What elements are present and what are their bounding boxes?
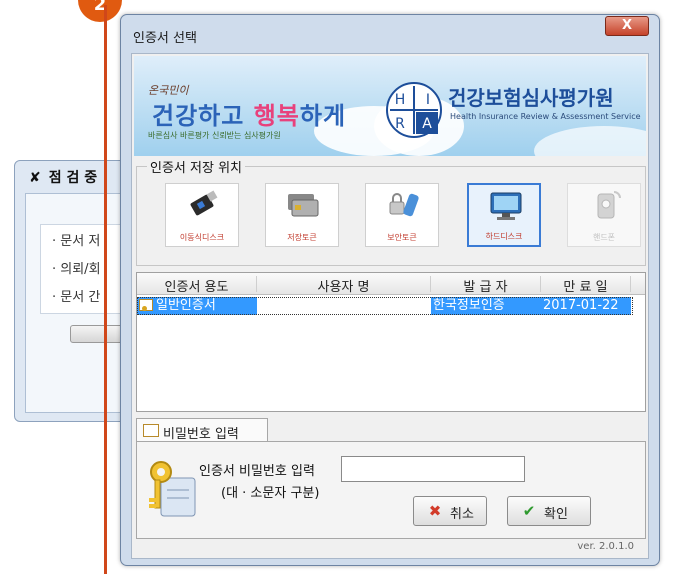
- dialog-title: 인증서 선택: [133, 31, 197, 46]
- background-window-title: ✘ 점 검 중: [29, 170, 98, 186]
- storage-phone-button[interactable]: 핸드폰: [567, 183, 641, 247]
- key-icon: [149, 461, 196, 517]
- column-purpose[interactable]: 인증서 용도: [137, 276, 257, 295]
- organization-name: 건강보험심사평가원: [448, 86, 614, 110]
- tab-password[interactable]: 비밀번호 입력: [136, 418, 268, 442]
- banner-tagline: 바른심사 바른평가 신뢰받는 심사평가원: [148, 131, 281, 140]
- banner: 온국민이 건강하고 행복하게 바른심사 바른평가 신뢰받는 심사평가원 H I …: [134, 56, 646, 156]
- svg-text:A: A: [422, 116, 432, 132]
- row-focus-outline: [137, 297, 633, 315]
- svg-text:H: H: [395, 92, 406, 108]
- storage-harddisk-button[interactable]: 하드디스크: [467, 183, 541, 247]
- security-token-icon: [389, 193, 419, 217]
- tools-icon: ✘: [29, 170, 41, 186]
- password-input[interactable]: [341, 456, 525, 482]
- storage-token-label: 저장토큰: [287, 233, 317, 242]
- ok-button[interactable]: ✔ 확인: [507, 496, 591, 526]
- password-tab-icon: [143, 424, 159, 437]
- svg-text:R: R: [395, 116, 405, 132]
- column-user[interactable]: 사용자 명: [257, 276, 431, 295]
- column-expiry[interactable]: 만 료 일: [541, 276, 631, 295]
- storage-security-token-label: 보안토큰: [387, 233, 417, 242]
- list-header: 인증서 용도 사용자 명 발 급 자 만 료 일: [137, 273, 645, 295]
- svg-text:I: I: [426, 92, 430, 108]
- password-hint: (대 · 소문자 구분): [221, 486, 320, 501]
- banner-slogan: 건강하고 행복하게: [152, 102, 347, 130]
- storage-usb-button[interactable]: 이동식디스크: [165, 183, 239, 247]
- tab-password-label: 비밀번호 입력: [163, 427, 239, 442]
- version-label: ver. 2.0.1.0: [577, 541, 634, 552]
- background-item: · 의뢰/회: [52, 262, 101, 277]
- storage-token-button[interactable]: 저장토큰: [265, 183, 339, 247]
- close-button[interactable]: X: [605, 16, 649, 36]
- usb-drive-icon: [190, 190, 218, 216]
- certificate-dialog: 인증서 선택 X 온국민이 건강하고 행복하게 바른심사 바른평가 신뢰받는 심…: [120, 14, 660, 566]
- hira-logo-icon: H I R A: [386, 82, 442, 138]
- password-field-label: 인증서 비밀번호 입력: [199, 464, 315, 479]
- checkmark-icon: ✔: [522, 502, 536, 520]
- organization-name-en: Health Insurance Review & Assessment Ser…: [450, 112, 641, 121]
- storage-usb-label: 이동식디스크: [179, 233, 225, 242]
- storage-security-token-button[interactable]: 보안토큰: [365, 183, 439, 247]
- dialog-body: 온국민이 건강하고 행복하게 바른심사 바른평가 신뢰받는 심사평가원 H I …: [131, 53, 649, 559]
- storage-location-label: 인증서 저장 위치: [147, 157, 245, 176]
- card-token-icon: [288, 194, 319, 217]
- storage-harddisk-label: 하드디스크: [485, 232, 523, 241]
- background-item: · 문서 간: [52, 290, 101, 305]
- storage-phone-label: 핸드폰: [592, 233, 616, 242]
- close-icon: X: [621, 18, 633, 33]
- step-badge: 2: [78, 0, 122, 22]
- monitor-icon: [490, 192, 522, 220]
- certificate-list: 인증서 용도 사용자 명 발 급 자 만 료 일 일반인증서 한국정보인증 20…: [136, 272, 646, 412]
- column-issuer[interactable]: 발 급 자: [431, 276, 541, 295]
- phone-icon: [597, 191, 621, 219]
- storage-location-group: 인증서 저장 위치 이동식디스크 저장토큰 보안토큰 하드디스크 핸드폰: [136, 157, 646, 266]
- highlight-outline: [104, 5, 107, 574]
- password-panel: 인증서 비밀번호 입력 (대 · 소문자 구분) ✖ 취소 ✔ 확인: [136, 441, 646, 539]
- cancel-icon: ✖: [428, 502, 442, 520]
- background-item: · 문서 저: [52, 234, 101, 249]
- cancel-button[interactable]: ✖ 취소: [413, 496, 487, 526]
